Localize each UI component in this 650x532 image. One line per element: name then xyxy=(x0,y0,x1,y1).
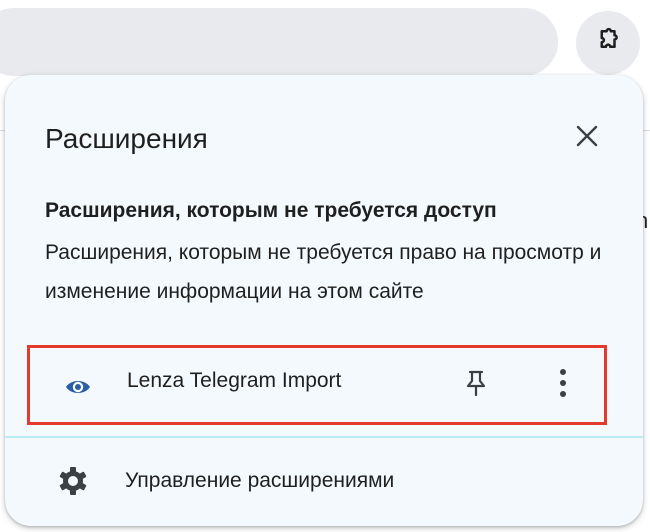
section-description: Расширения, которым не требуется право н… xyxy=(45,241,602,303)
close-button[interactable] xyxy=(566,117,608,159)
manage-extensions-label: Управление расширениями xyxy=(125,469,395,492)
puzzle-piece-icon xyxy=(593,26,623,61)
pin-icon xyxy=(465,369,487,402)
section-heading: Расширения, которым не требуется доступ xyxy=(45,199,497,222)
extension-name: Lenza Telegram Import xyxy=(127,369,342,392)
address-bar[interactable] xyxy=(0,8,558,76)
more-actions-button[interactable] xyxy=(544,366,582,404)
panel-title: Расширения xyxy=(45,123,208,154)
close-icon xyxy=(576,125,598,152)
extensions-toolbar-button[interactable] xyxy=(576,11,640,75)
divider xyxy=(5,436,643,438)
extensions-menu: Расширения Расширения, которым не требуе… xyxy=(5,75,643,526)
lenza-eye-icon xyxy=(63,372,93,402)
extension-item[interactable]: Lenza Telegram Import xyxy=(27,345,607,425)
manage-extensions-button[interactable]: Управление расширениями xyxy=(5,445,643,517)
gear-icon xyxy=(57,465,89,497)
pin-button[interactable] xyxy=(457,366,495,404)
more-vertical-icon xyxy=(559,368,567,403)
